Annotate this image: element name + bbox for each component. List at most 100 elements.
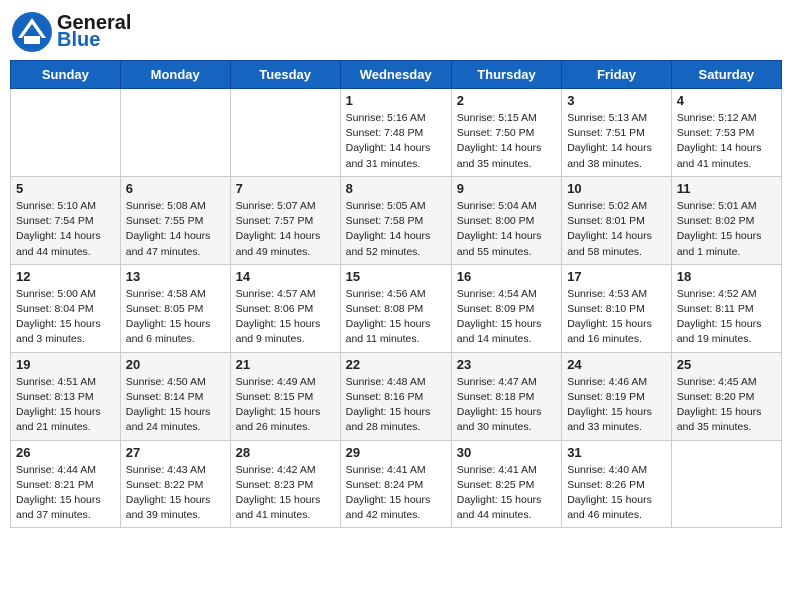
calendar-cell: 15Sunrise: 4:56 AM Sunset: 8:08 PM Dayli… (340, 264, 451, 352)
logo: General Blue (10, 10, 131, 54)
day-info: Sunrise: 4:44 AM Sunset: 8:21 PM Dayligh… (16, 463, 115, 524)
day-info: Sunrise: 4:49 AM Sunset: 8:15 PM Dayligh… (236, 375, 335, 436)
calendar-cell: 13 Sunrise: 4:58 AM Sunset: 8:05 PM Dayli… (120, 264, 230, 352)
day-number: 13 (126, 269, 225, 284)
calendar-week-row: 5Sunrise: 5:10 AM Sunset: 7:54 PM Daylig… (11, 176, 782, 264)
calendar-week-row: 12 Sunrise: 5:00 AM Sunset: 8:04 PM Dayli… (11, 264, 782, 352)
calendar-cell: 23 Sunrise: 4:47 AM Sunset: 8:18 PM Dayli… (451, 352, 561, 440)
day-info: Sunrise: 5:05 AM Sunset: 7:58 PM Dayligh… (346, 199, 446, 260)
day-info: Sunrise: 4:46 AM Sunset: 8:19 PM Dayligh… (567, 375, 666, 436)
day-info: Sunrise: 4:52 AM Sunset: 8:11 PM Dayligh… (677, 287, 776, 348)
calendar-cell: 16 Sunrise: 4:54 AM Sunset: 8:09 PM Dayli… (451, 264, 561, 352)
day-info: Sunrise: 5:00 AM Sunset: 8:04 PM Dayligh… (16, 287, 115, 348)
day-number: 27 (126, 445, 225, 460)
day-info: Sunrise: 4:56 AM Sunset: 8:08 PM Dayligh… (346, 287, 446, 348)
day-info: Sunrise: 5:15 AM Sunset: 7:50 PM Dayligh… (457, 111, 556, 172)
calendar-table: SundayMondayTuesdayWednesdayThursdayFrid… (10, 60, 782, 528)
calendar-cell: 26Sunrise: 4:44 AM Sunset: 8:21 PM Dayli… (11, 440, 121, 528)
calendar-cell: 7 Sunrise: 5:07 AM Sunset: 7:57 PM Daylig… (230, 176, 340, 264)
calendar-cell: 21 Sunrise: 4:49 AM Sunset: 8:15 PM Dayli… (230, 352, 340, 440)
calendar-cell: 14 Sunrise: 4:57 AM Sunset: 8:06 PM Dayli… (230, 264, 340, 352)
day-number: 1 (346, 93, 446, 108)
weekday-header-friday: Friday (562, 61, 672, 89)
day-info: Sunrise: 4:40 AM Sunset: 8:26 PM Dayligh… (567, 463, 666, 524)
day-info: Sunrise: 4:48 AM Sunset: 8:16 PM Dayligh… (346, 375, 446, 436)
day-info: Sunrise: 5:01 AM Sunset: 8:02 PM Dayligh… (677, 199, 776, 260)
day-info: Sunrise: 4:50 AM Sunset: 8:14 PM Dayligh… (126, 375, 225, 436)
calendar-cell: 22 Sunrise: 4:48 AM Sunset: 8:16 PM Dayli… (340, 352, 451, 440)
day-number: 22 (346, 357, 446, 372)
day-number: 14 (236, 269, 335, 284)
calendar-week-row: 26Sunrise: 4:44 AM Sunset: 8:21 PM Dayli… (11, 440, 782, 528)
weekday-header-saturday: Saturday (671, 61, 781, 89)
day-number: 16 (457, 269, 556, 284)
calendar-cell (230, 89, 340, 177)
calendar-week-row: 1 Sunrise: 5:16 AM Sunset: 7:48 PM Daylig… (11, 89, 782, 177)
calendar-cell: 3 Sunrise: 5:13 AM Sunset: 7:51 PM Daylig… (562, 89, 672, 177)
weekday-header-monday: Monday (120, 61, 230, 89)
day-info: Sunrise: 4:57 AM Sunset: 8:06 PM Dayligh… (236, 287, 335, 348)
weekday-header-thursday: Thursday (451, 61, 561, 89)
day-info: Sunrise: 4:54 AM Sunset: 8:09 PM Dayligh… (457, 287, 556, 348)
day-info: Sunrise: 4:47 AM Sunset: 8:18 PM Dayligh… (457, 375, 556, 436)
logo-icon (10, 10, 54, 54)
day-number: 10 (567, 181, 666, 196)
calendar-cell: 8Sunrise: 5:05 AM Sunset: 7:58 PM Daylig… (340, 176, 451, 264)
calendar-cell: 5Sunrise: 5:10 AM Sunset: 7:54 PM Daylig… (11, 176, 121, 264)
day-info: Sunrise: 5:13 AM Sunset: 7:51 PM Dayligh… (567, 111, 666, 172)
day-number: 20 (126, 357, 225, 372)
day-info: Sunrise: 5:12 AM Sunset: 7:53 PM Dayligh… (677, 111, 776, 172)
day-number: 2 (457, 93, 556, 108)
day-info: Sunrise: 4:43 AM Sunset: 8:22 PM Dayligh… (126, 463, 225, 524)
day-info: Sunrise: 5:04 AM Sunset: 8:00 PM Dayligh… (457, 199, 556, 260)
day-number: 21 (236, 357, 335, 372)
calendar-cell (671, 440, 781, 528)
day-info: Sunrise: 4:42 AM Sunset: 8:23 PM Dayligh… (236, 463, 335, 524)
calendar-cell: 25 Sunrise: 4:45 AM Sunset: 8:20 PM Dayli… (671, 352, 781, 440)
day-number: 5 (16, 181, 115, 196)
calendar-cell: 10 Sunrise: 5:02 AM Sunset: 8:01 PM Dayli… (562, 176, 672, 264)
day-number: 30 (457, 445, 556, 460)
day-info: Sunrise: 4:41 AM Sunset: 8:25 PM Dayligh… (457, 463, 556, 524)
day-info: Sunrise: 4:51 AM Sunset: 8:13 PM Dayligh… (16, 375, 115, 436)
day-number: 25 (677, 357, 776, 372)
calendar-cell: 20 Sunrise: 4:50 AM Sunset: 8:14 PM Dayli… (120, 352, 230, 440)
calendar-cell: 1 Sunrise: 5:16 AM Sunset: 7:48 PM Daylig… (340, 89, 451, 177)
calendar-cell: 31 Sunrise: 4:40 AM Sunset: 8:26 PM Dayli… (562, 440, 672, 528)
day-info: Sunrise: 5:02 AM Sunset: 8:01 PM Dayligh… (567, 199, 666, 260)
day-number: 3 (567, 93, 666, 108)
day-info: Sunrise: 5:08 AM Sunset: 7:55 PM Dayligh… (126, 199, 225, 260)
day-number: 28 (236, 445, 335, 460)
calendar-header-row: SundayMondayTuesdayWednesdayThursdayFrid… (11, 61, 782, 89)
calendar-cell: 18 Sunrise: 4:52 AM Sunset: 8:11 PM Dayli… (671, 264, 781, 352)
calendar-cell: 29Sunrise: 4:41 AM Sunset: 8:24 PM Dayli… (340, 440, 451, 528)
calendar-cell (120, 89, 230, 177)
calendar-cell: 17Sunrise: 4:53 AM Sunset: 8:10 PM Dayli… (562, 264, 672, 352)
calendar-cell: 28 Sunrise: 4:42 AM Sunset: 8:23 PM Dayli… (230, 440, 340, 528)
day-info: Sunrise: 4:45 AM Sunset: 8:20 PM Dayligh… (677, 375, 776, 436)
calendar-cell: 27 Sunrise: 4:43 AM Sunset: 8:22 PM Dayli… (120, 440, 230, 528)
day-number: 12 (16, 269, 115, 284)
calendar-cell: 4 Sunrise: 5:12 AM Sunset: 7:53 PM Daylig… (671, 89, 781, 177)
calendar-week-row: 19Sunrise: 4:51 AM Sunset: 8:13 PM Dayli… (11, 352, 782, 440)
day-number: 23 (457, 357, 556, 372)
day-number: 9 (457, 181, 556, 196)
calendar-cell: 2 Sunrise: 5:15 AM Sunset: 7:50 PM Daylig… (451, 89, 561, 177)
day-info: Sunrise: 5:07 AM Sunset: 7:57 PM Dayligh… (236, 199, 335, 260)
day-number: 17 (567, 269, 666, 284)
day-number: 4 (677, 93, 776, 108)
weekday-header-sunday: Sunday (11, 61, 121, 89)
day-number: 11 (677, 181, 776, 196)
day-number: 31 (567, 445, 666, 460)
day-info: Sunrise: 4:58 AM Sunset: 8:05 PM Dayligh… (126, 287, 225, 348)
calendar-cell: 19Sunrise: 4:51 AM Sunset: 8:13 PM Dayli… (11, 352, 121, 440)
calendar-cell: 11 Sunrise: 5:01 AM Sunset: 8:02 PM Dayli… (671, 176, 781, 264)
calendar-cell: 6Sunrise: 5:08 AM Sunset: 7:55 PM Daylig… (120, 176, 230, 264)
day-number: 7 (236, 181, 335, 196)
calendar-cell: 24Sunrise: 4:46 AM Sunset: 8:19 PM Dayli… (562, 352, 672, 440)
day-number: 18 (677, 269, 776, 284)
weekday-header-tuesday: Tuesday (230, 61, 340, 89)
calendar-cell: 12 Sunrise: 5:00 AM Sunset: 8:04 PM Dayli… (11, 264, 121, 352)
calendar-cell: 30 Sunrise: 4:41 AM Sunset: 8:25 PM Dayli… (451, 440, 561, 528)
day-info: Sunrise: 5:16 AM Sunset: 7:48 PM Dayligh… (346, 111, 446, 172)
